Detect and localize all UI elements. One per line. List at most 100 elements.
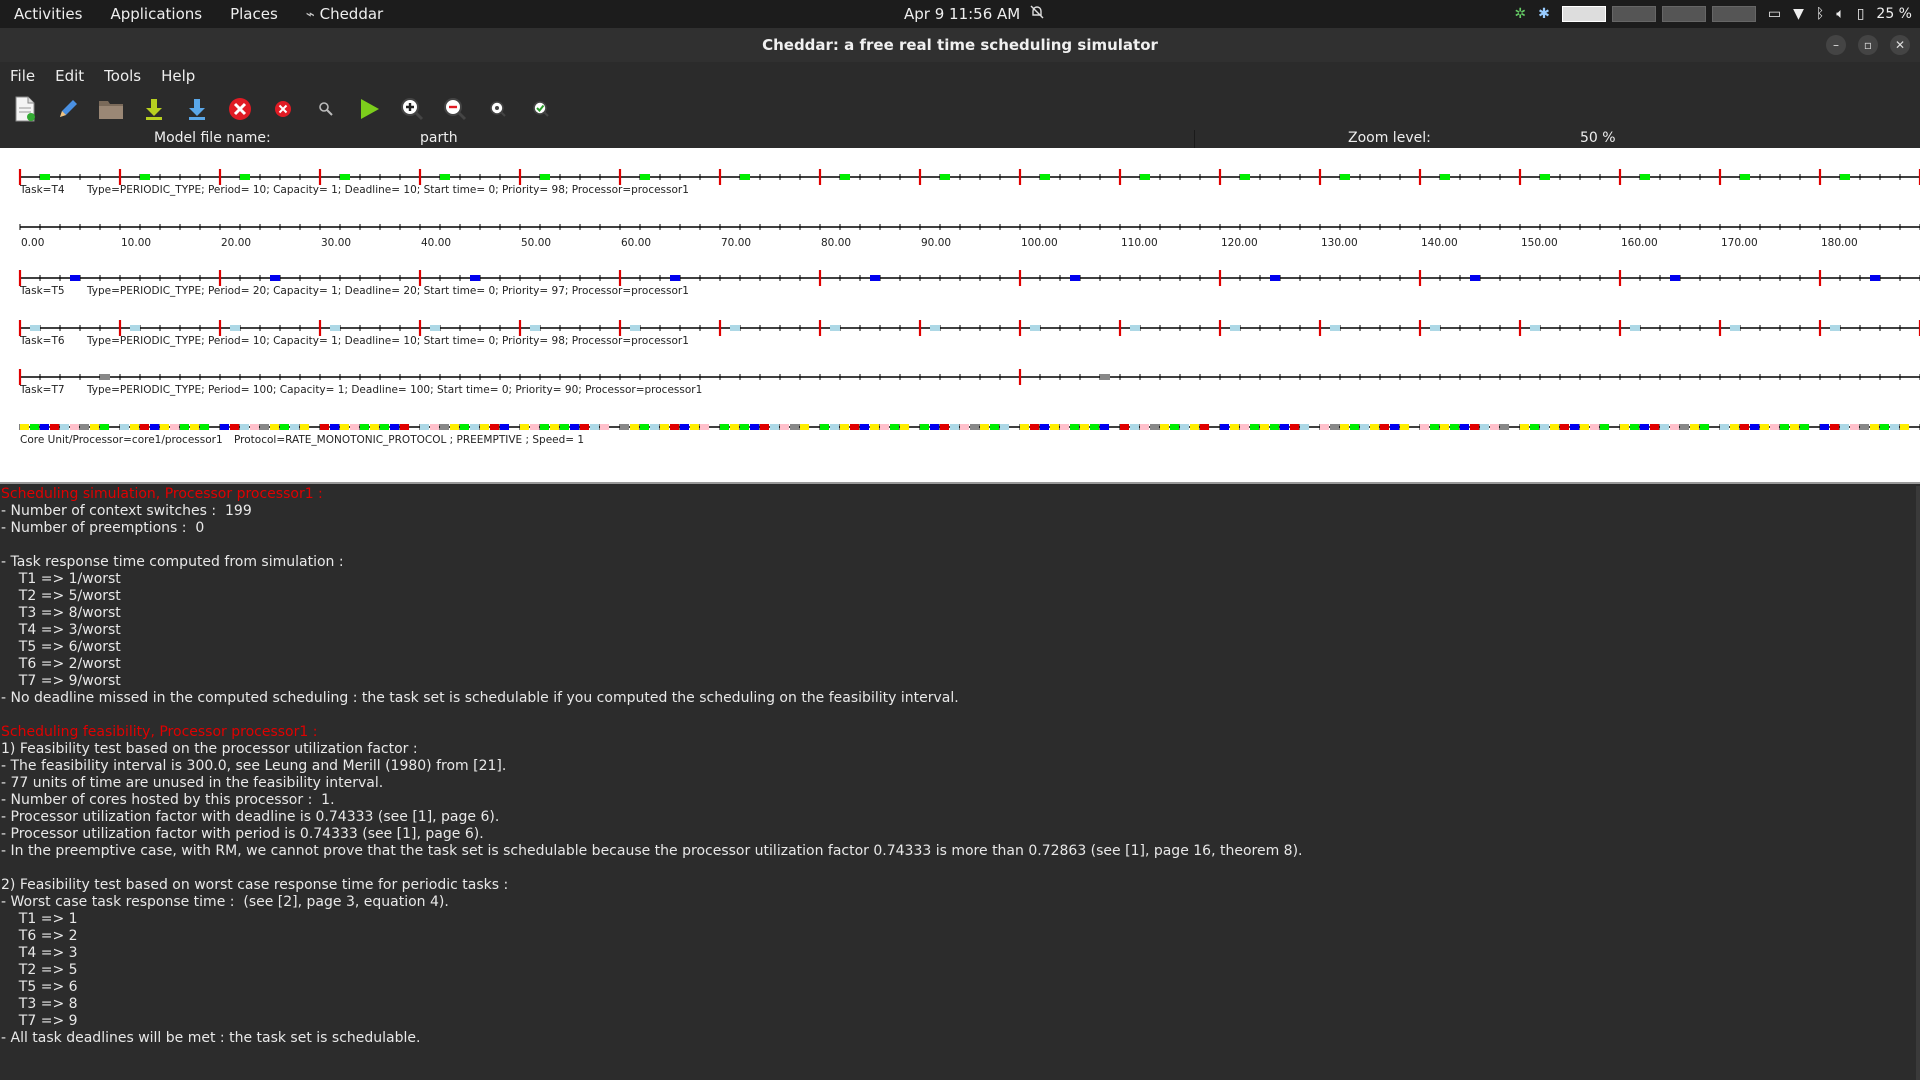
activities-button[interactable]: Activities (0, 5, 96, 23)
applications-menu[interactable]: Applications (96, 5, 216, 23)
core-execution-block (730, 424, 739, 430)
output-scrollbar[interactable] (1916, 486, 1920, 1080)
core-execution-block (300, 424, 309, 430)
save-button[interactable] (139, 94, 169, 124)
clock[interactable]: Apr 9 11:56 AM (904, 0, 1044, 28)
execution-block (1870, 275, 1880, 281)
menu-help[interactable]: Help (151, 67, 205, 85)
window-title: Cheddar: a free real time scheduling sim… (762, 36, 1158, 54)
time-tick-label: 180.00 (1821, 237, 1858, 249)
close-window-button[interactable]: ✕ (1890, 35, 1910, 55)
output-line: T4 => 3 (1, 945, 78, 961)
execution-block (1530, 325, 1540, 331)
places-menu[interactable]: Places (216, 5, 292, 23)
core-execution-block (330, 424, 339, 430)
core-execution-block (1660, 424, 1669, 430)
core-execution-block (790, 424, 799, 430)
open-button[interactable] (96, 94, 126, 124)
time-tick-label: 0.00 (21, 237, 44, 249)
run-simulation-button[interactable] (354, 94, 384, 124)
delete-button[interactable] (268, 94, 298, 124)
time-tick-label: 20.00 (221, 237, 251, 249)
core-execution-block (800, 424, 809, 430)
battery-icon[interactable]: ▯ (1857, 6, 1865, 22)
search-button[interactable] (311, 94, 341, 124)
zoom-in-button[interactable] (397, 94, 427, 124)
output-line: T3 => 8 (1, 996, 78, 1012)
core-execution-block (1620, 424, 1629, 430)
maximize-button[interactable]: ▫ (1858, 35, 1878, 55)
search-icon (319, 102, 333, 116)
menu-file[interactable]: File (0, 67, 45, 85)
bluetooth-icon[interactable]: ᛒ (1816, 6, 1824, 22)
workspace-2[interactable] (1611, 6, 1656, 22)
output-line: T4 => 3/worst (1, 622, 121, 638)
model-file-value: parth (420, 130, 458, 146)
core-execution-block (1120, 424, 1129, 430)
core-execution-block (230, 424, 239, 430)
task-info-label: Type=PERIODIC_TYPE; Period= 10; Capacity… (86, 184, 689, 196)
core-execution-block (640, 424, 649, 430)
core-execution-block (1900, 424, 1909, 430)
notification-muted-icon (1030, 5, 1044, 23)
core-execution-block (1200, 424, 1209, 430)
zoom-fit-button[interactable] (483, 94, 513, 124)
core-execution-block (380, 424, 389, 430)
core-execution-block (650, 424, 659, 430)
new-file-button[interactable] (10, 94, 40, 124)
output-line: T2 => 5/worst (1, 588, 121, 604)
menu-tools[interactable]: Tools (94, 67, 151, 85)
core-execution-block (490, 424, 499, 430)
core-execution-block (1300, 424, 1309, 430)
menu-edit[interactable]: Edit (45, 67, 94, 85)
scheduling-timeline[interactable]: Task=T4 Type=PERIODIC_TYPE; Period= 10; C… (0, 148, 1920, 484)
network-tray-icon[interactable]: ✲ (1514, 6, 1526, 22)
minimize-button[interactable]: – (1826, 35, 1846, 55)
core-execution-block (930, 424, 939, 430)
core-execution-block (1680, 424, 1689, 430)
zoom-in-icon (401, 98, 424, 121)
save-as-button[interactable] (182, 94, 212, 124)
top-bar: Activities Applications Places ⌁ Cheddar… (0, 0, 1920, 28)
volume-icon[interactable]: 🔈︎ (1836, 6, 1844, 22)
execution-block (130, 325, 140, 331)
workspace-3[interactable] (1661, 6, 1706, 22)
core-execution-block (1080, 424, 1089, 430)
core-execution-block (1880, 424, 1889, 430)
core-execution-block (250, 424, 259, 430)
core-execution-block (1090, 424, 1099, 430)
edit-button[interactable] (53, 94, 83, 124)
core-execution-block (220, 424, 229, 430)
screen-mirror-icon[interactable]: ▭ (1768, 6, 1781, 22)
core-execution-block (1750, 424, 1759, 430)
zoom-fit-icon (490, 101, 506, 117)
execution-block (670, 275, 680, 281)
core-execution-block (590, 424, 599, 430)
execution-block (1100, 374, 1110, 380)
workspace-4[interactable] (1711, 6, 1756, 22)
core-execution-block (850, 424, 859, 430)
core-execution-block (1230, 424, 1239, 430)
task-info-label: Type=PERIODIC_TYPE; Period= 20; Capacity… (86, 285, 689, 297)
output-line: - Task response time computed from simul… (1, 554, 344, 570)
simulation-output: Scheduling simulation, Processor process… (0, 486, 1918, 1080)
core-execution-block (470, 424, 479, 430)
zoom-out-button[interactable] (440, 94, 470, 124)
core-execution-block (1860, 424, 1869, 430)
core-execution-block (1840, 424, 1849, 430)
core-execution-block (350, 424, 359, 430)
delete-icon (275, 101, 291, 117)
core-execution-block (950, 424, 959, 430)
close-model-button[interactable] (225, 94, 255, 124)
core-execution-block (1380, 424, 1389, 430)
execution-block (270, 275, 280, 281)
check-button[interactable] (526, 94, 556, 124)
workspace-1[interactable] (1561, 6, 1606, 22)
app-menu[interactable]: ⌁ Cheddar (292, 5, 397, 23)
wifi-icon[interactable]: ▼ (1793, 6, 1804, 22)
core-execution-block (430, 424, 439, 430)
settings-tray-icon[interactable]: ✱ (1538, 6, 1550, 22)
core-execution-block (990, 424, 999, 430)
core-execution-block (1530, 424, 1539, 430)
core-execution-block (1160, 424, 1169, 430)
